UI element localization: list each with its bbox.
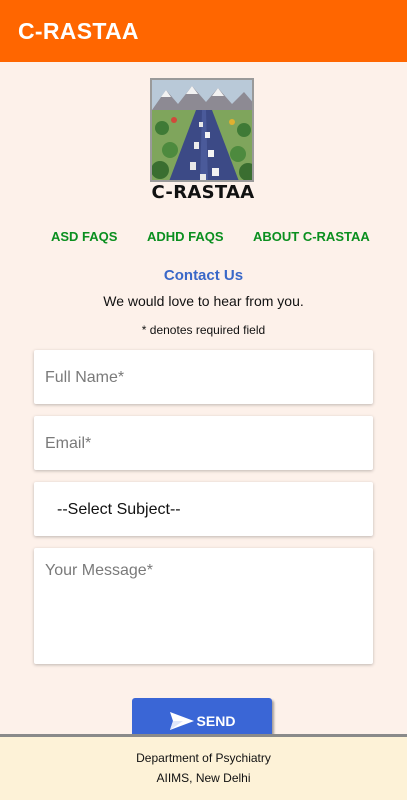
- logo-image: [150, 78, 254, 182]
- required-field-note: * denotes required field: [141, 323, 266, 337]
- asd-faqs-link[interactable]: ASD FAQS: [51, 229, 117, 244]
- email-input[interactable]: Email*: [34, 416, 373, 470]
- footer-institute: AIIMS, New Delhi: [156, 771, 251, 785]
- subject-select[interactable]: --Select Subject--: [34, 482, 373, 536]
- faq-nav: ASD FAQS ADHD FAQS ABOUT C-RASTAA: [0, 229, 407, 247]
- full-name-input[interactable]: Full Name*: [34, 350, 373, 404]
- email-placeholder: Email*: [45, 435, 92, 452]
- contact-title: Contact Us: [163, 267, 244, 284]
- adhd-faqs-link[interactable]: ADHD FAQS: [147, 229, 224, 244]
- about-link[interactable]: ABOUT C-RASTAA: [253, 229, 370, 244]
- message-textarea[interactable]: Your Message*: [34, 548, 373, 664]
- app-bar: C-RASTAA: [0, 0, 407, 62]
- footer: Department of Psychiatry AIIMS, New Delh…: [0, 734, 407, 800]
- send-label: SEND: [196, 713, 236, 729]
- full-name-placeholder: Full Name*: [45, 369, 125, 386]
- contact-subtitle: We would love to hear from you.: [103, 293, 304, 309]
- logo-caption: C-RASTAA: [151, 182, 255, 203]
- message-placeholder: Your Message*: [45, 562, 153, 579]
- footer-department: Department of Psychiatry: [136, 751, 271, 765]
- app-title: C-RASTAA: [18, 17, 139, 44]
- subject-selected-value: --Select Subject--: [57, 501, 181, 518]
- road-illustration: [152, 80, 252, 180]
- send-icon: [169, 712, 194, 730]
- logo: C-RASTAA: [150, 78, 256, 206]
